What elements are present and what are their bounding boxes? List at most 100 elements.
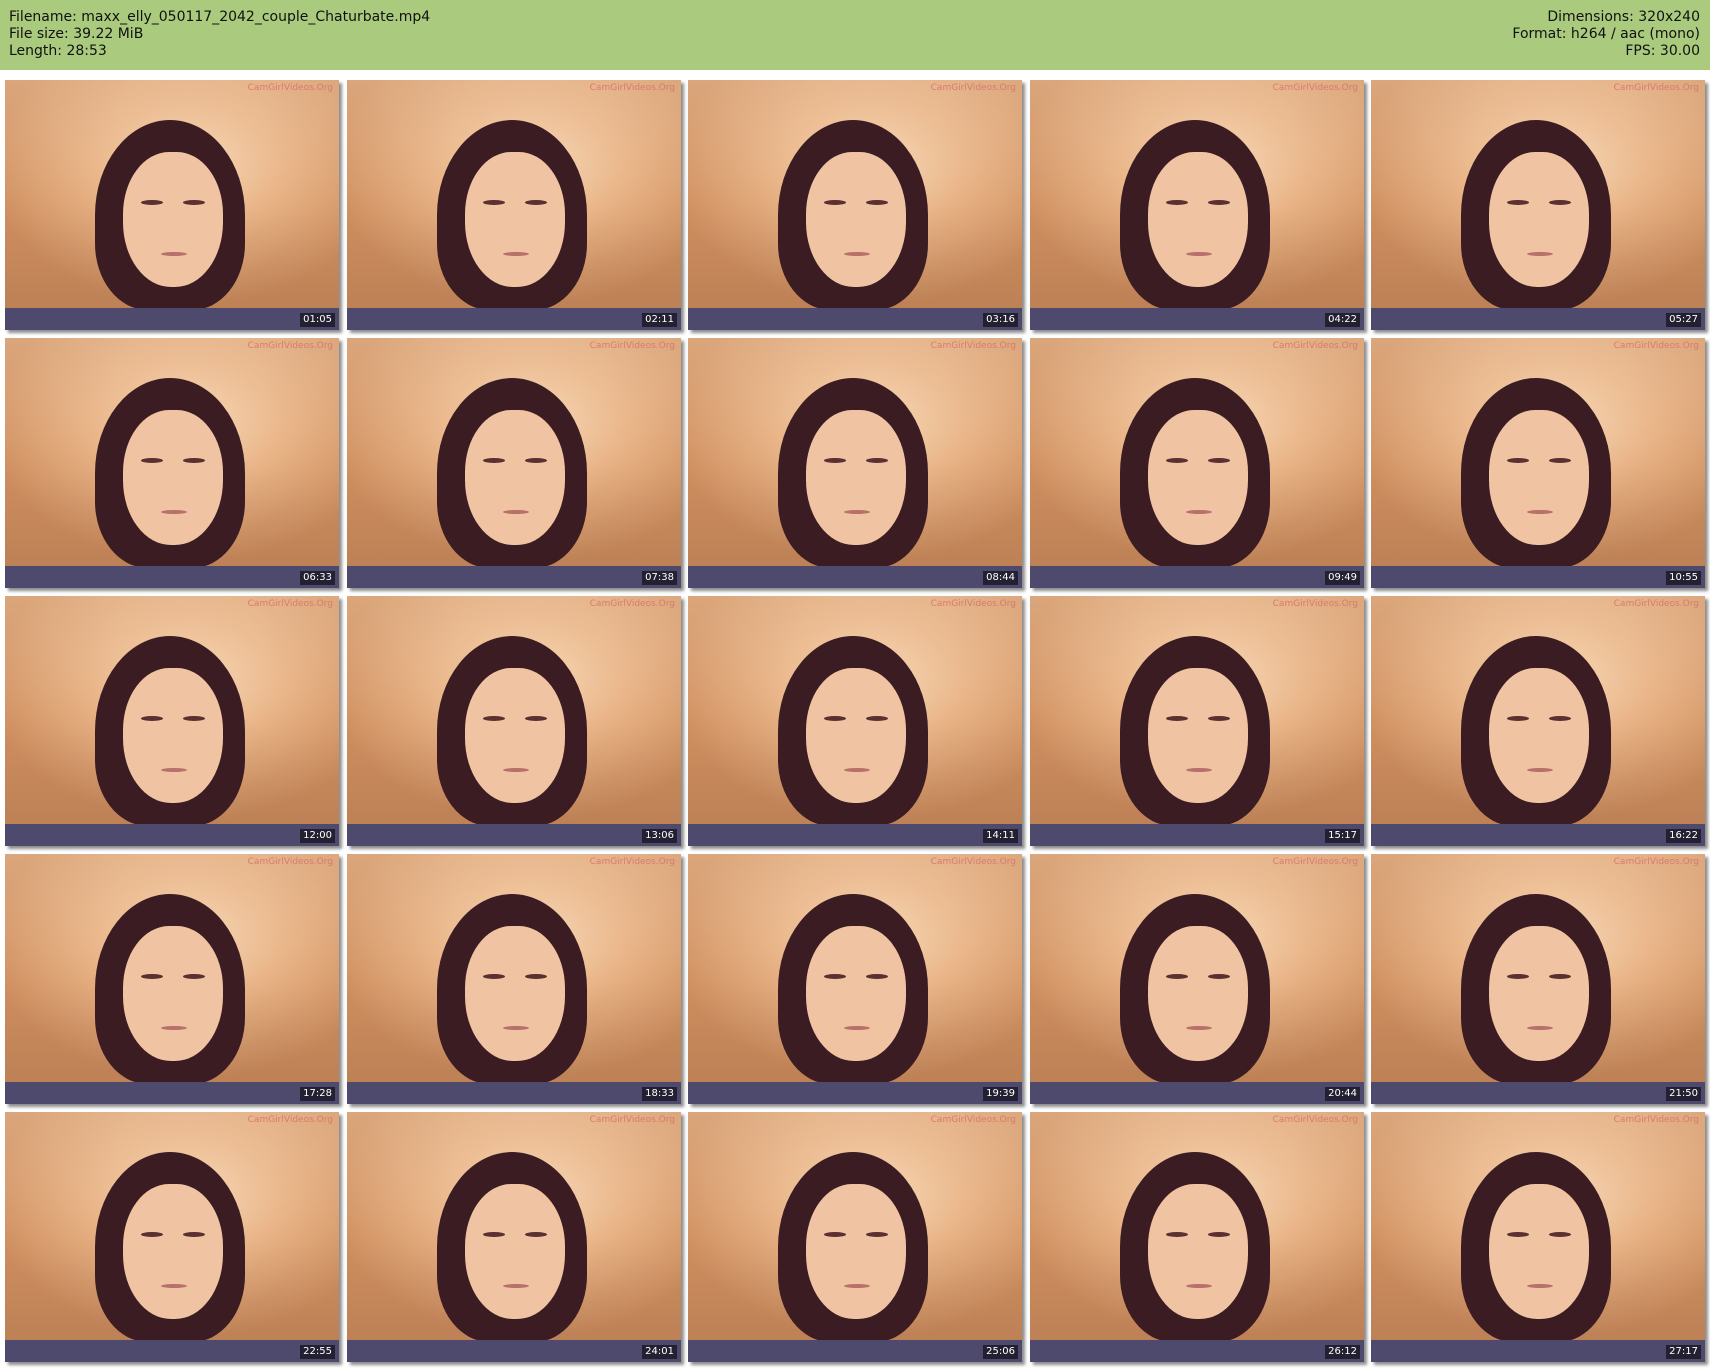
frame-subject-face: [465, 1184, 565, 1319]
frame-mouth: [1186, 1026, 1212, 1030]
watermark-text: CamGirlVideos.Org: [589, 83, 675, 93]
video-thumbnail[interactable]: CamGirlVideos.Org 01:05: [5, 80, 339, 330]
frame-eye: [866, 716, 888, 721]
frame-subject-face: [806, 152, 906, 287]
frame-eye: [1507, 458, 1529, 463]
frame-mouth: [1186, 252, 1212, 256]
video-thumbnail[interactable]: CamGirlVideos.Org 17:28: [5, 854, 339, 1104]
timestamp-label: 07:38: [642, 571, 677, 585]
watermark-text: CamGirlVideos.Org: [1272, 599, 1358, 609]
frame-eye: [824, 716, 846, 721]
frame-mouth: [161, 510, 187, 514]
frame-eye: [525, 200, 547, 205]
frame-eye: [525, 716, 547, 721]
video-thumbnail[interactable]: CamGirlVideos.Org 24:01: [347, 1112, 681, 1362]
frame-eye: [866, 974, 888, 979]
video-thumbnail[interactable]: CamGirlVideos.Org 20:44: [1030, 854, 1364, 1104]
frame-subject-face: [465, 410, 565, 545]
frame-mouth: [1527, 1026, 1553, 1030]
video-thumbnail[interactable]: CamGirlVideos.Org 13:06: [347, 596, 681, 846]
watermark-text: CamGirlVideos.Org: [247, 599, 333, 609]
video-thumbnail[interactable]: CamGirlVideos.Org 08:44: [688, 338, 1022, 588]
video-thumbnail[interactable]: CamGirlVideos.Org 25:06: [688, 1112, 1022, 1362]
frame-mouth: [1527, 768, 1553, 772]
frame-subject-shirt: [1371, 1340, 1705, 1362]
frame-mouth: [161, 1284, 187, 1288]
video-thumbnail[interactable]: CamGirlVideos.Org 21:50: [1371, 854, 1705, 1104]
frame-mouth: [503, 1026, 529, 1030]
timestamp-label: 02:11: [642, 313, 677, 327]
frame-eye: [1549, 974, 1571, 979]
filesize-text: File size: 39.22 MiB: [9, 26, 144, 42]
video-thumbnail[interactable]: CamGirlVideos.Org 06:33: [5, 338, 339, 588]
video-thumbnail[interactable]: CamGirlVideos.Org 12:00: [5, 596, 339, 846]
video-thumbnail[interactable]: CamGirlVideos.Org 04:22: [1030, 80, 1364, 330]
format-text: Format: h264 / aac (mono): [1512, 26, 1700, 42]
video-thumbnail[interactable]: CamGirlVideos.Org 07:38: [347, 338, 681, 588]
frame-mouth: [503, 1284, 529, 1288]
frame-subject-face: [465, 668, 565, 803]
frame-eye: [183, 200, 205, 205]
watermark-text: CamGirlVideos.Org: [1613, 341, 1699, 351]
timestamp-label: 22:55: [300, 1345, 335, 1359]
timestamp-label: 13:06: [642, 829, 677, 843]
frame-eye: [483, 1232, 505, 1237]
length-text: Length: 28:53: [9, 43, 107, 59]
timestamp-label: 24:01: [642, 1345, 677, 1359]
frame-subject-shirt: [1030, 308, 1364, 330]
frame-mouth: [844, 1284, 870, 1288]
frame-subject-face: [806, 668, 906, 803]
frame-subject-shirt: [1371, 308, 1705, 330]
frame-eye: [866, 458, 888, 463]
timestamp-label: 04:22: [1325, 313, 1360, 327]
frame-eye: [1208, 1232, 1230, 1237]
video-thumbnail[interactable]: CamGirlVideos.Org 14:11: [688, 596, 1022, 846]
frame-eye: [183, 1232, 205, 1237]
frame-subject-shirt: [5, 308, 339, 330]
frame-subject-shirt: [347, 566, 681, 588]
video-thumbnail[interactable]: CamGirlVideos.Org 10:55: [1371, 338, 1705, 588]
frame-eye: [824, 974, 846, 979]
frame-mouth: [161, 768, 187, 772]
frame-subject-face: [806, 926, 906, 1061]
video-thumbnail[interactable]: CamGirlVideos.Org 22:55: [5, 1112, 339, 1362]
frame-subject-face: [465, 152, 565, 287]
video-thumbnail[interactable]: CamGirlVideos.Org 09:49: [1030, 338, 1364, 588]
video-thumbnail[interactable]: CamGirlVideos.Org 27:17: [1371, 1112, 1705, 1362]
video-thumbnail[interactable]: CamGirlVideos.Org 26:12: [1030, 1112, 1364, 1362]
frame-mouth: [844, 510, 870, 514]
watermark-text: CamGirlVideos.Org: [247, 341, 333, 351]
frame-subject-face: [806, 410, 906, 545]
video-thumbnail[interactable]: CamGirlVideos.Org 15:17: [1030, 596, 1364, 846]
frame-subject-shirt: [5, 824, 339, 846]
frame-mouth: [1186, 1284, 1212, 1288]
video-thumbnail[interactable]: CamGirlVideos.Org 05:27: [1371, 80, 1705, 330]
frame-mouth: [1186, 510, 1212, 514]
video-thumbnail[interactable]: CamGirlVideos.Org 18:33: [347, 854, 681, 1104]
frame-eye: [824, 200, 846, 205]
watermark-text: CamGirlVideos.Org: [247, 857, 333, 867]
frame-eye: [483, 974, 505, 979]
frame-subject-shirt: [1030, 1082, 1364, 1104]
frame-eye: [1549, 200, 1571, 205]
frame-subject-shirt: [1030, 566, 1364, 588]
frame-eye: [1549, 458, 1571, 463]
video-thumbnail[interactable]: CamGirlVideos.Org 02:11: [347, 80, 681, 330]
video-thumbnail[interactable]: CamGirlVideos.Org 03:16: [688, 80, 1022, 330]
video-thumbnail[interactable]: CamGirlVideos.Org 19:39: [688, 854, 1022, 1104]
frame-subject-face: [1489, 668, 1589, 803]
frame-subject-face: [123, 410, 223, 545]
frame-eye: [483, 716, 505, 721]
timestamp-label: 06:33: [300, 571, 335, 585]
frame-eye: [141, 716, 163, 721]
timestamp-label: 03:16: [983, 313, 1018, 327]
frame-subject-shirt: [5, 566, 339, 588]
frame-subject-shirt: [1371, 1082, 1705, 1104]
frame-eye: [1507, 974, 1529, 979]
frame-eye: [183, 716, 205, 721]
frame-eye: [866, 1232, 888, 1237]
timestamp-label: 05:27: [1666, 313, 1701, 327]
frame-subject-shirt: [688, 824, 1022, 846]
watermark-text: CamGirlVideos.Org: [589, 341, 675, 351]
video-thumbnail[interactable]: CamGirlVideos.Org 16:22: [1371, 596, 1705, 846]
